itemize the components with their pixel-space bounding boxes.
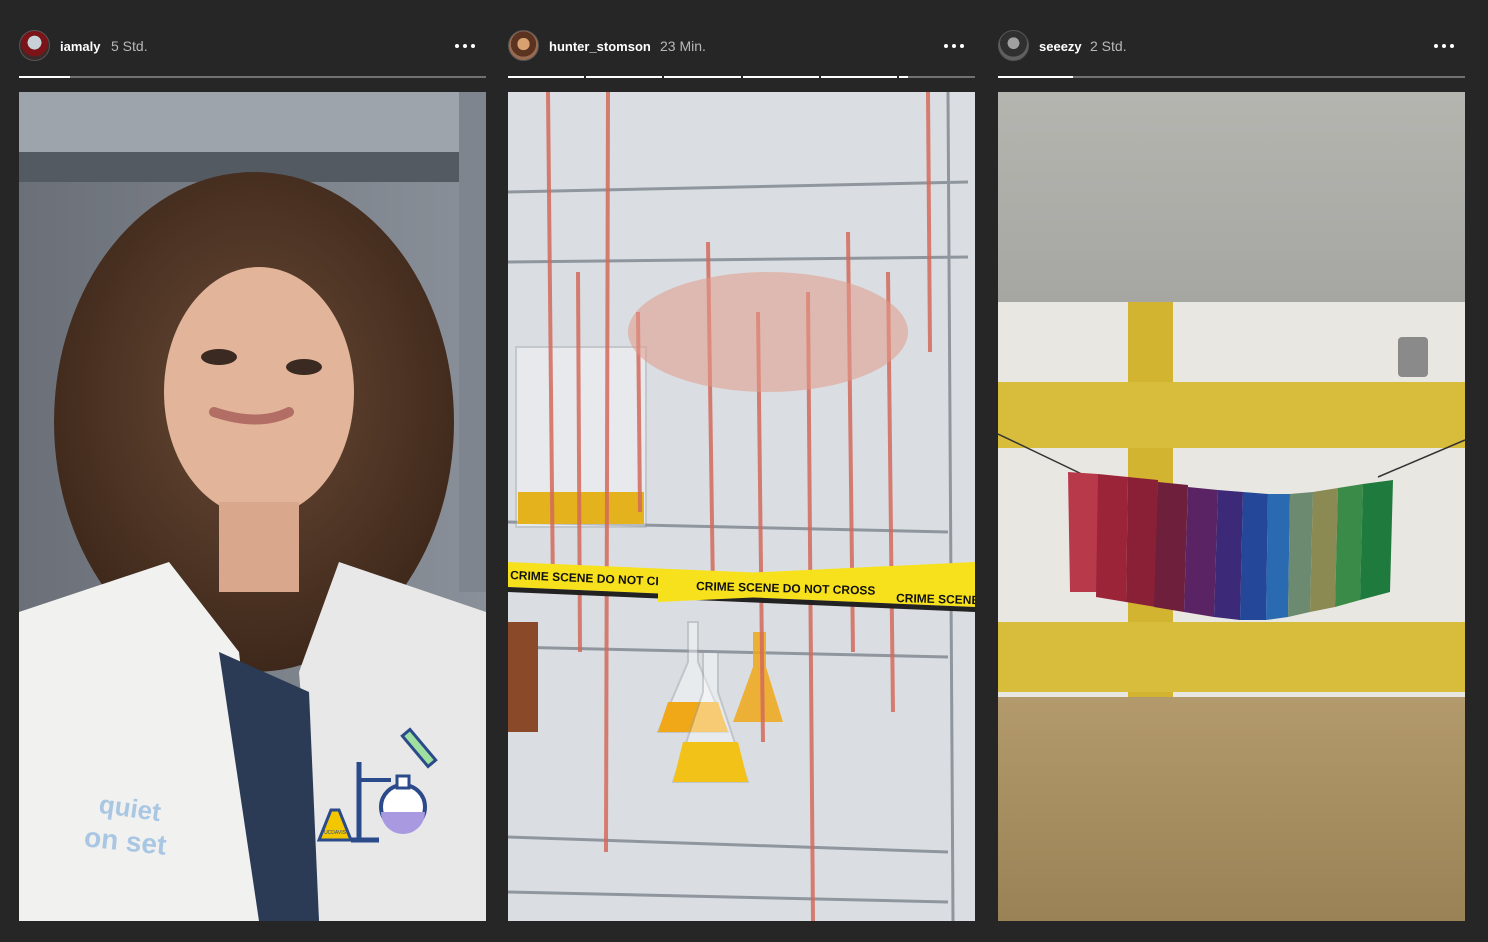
progress-fill [998, 76, 1073, 78]
story-card-seeezy[interactable]: seeezy 2 Std. [998, 0, 1465, 942]
story-username[interactable]: hunter_stomson [549, 39, 651, 54]
progress-fill [508, 76, 585, 78]
more-options-icon[interactable] [943, 36, 965, 56]
story-image-crime-scene-fridge: CRIME SCENE DO NOT CROSS CRIME SCENE DO … [508, 92, 975, 921]
story-card-hunter-stomson[interactable]: hunter_stomson 23 Min. CRIME SCENE DO NO… [508, 0, 976, 942]
story-progress-bar [19, 76, 486, 78]
progress-segment [508, 76, 585, 78]
story-header: iamaly 5 Std. [19, 28, 486, 64]
progress-segment [820, 76, 897, 78]
sticker-label: UCDAVIS [324, 830, 347, 836]
avatar[interactable] [998, 30, 1029, 61]
stories-feed: iamaly 5 Std. quiet on set UCDAVIS hunte… [0, 0, 1488, 942]
progress-segment [898, 76, 976, 78]
more-options-icon[interactable] [1433, 36, 1455, 56]
progress-fill [742, 76, 819, 78]
story-timestamp: 2 Std. [1090, 38, 1127, 54]
avatar[interactable] [508, 30, 539, 61]
more-options-icon[interactable] [454, 36, 476, 56]
progress-segment [664, 76, 741, 78]
story-card-iamaly[interactable]: iamaly 5 Std. quiet on set UCDAVIS [19, 0, 486, 942]
progress-fill [664, 76, 741, 78]
story-username[interactable]: seeezy [1039, 39, 1082, 54]
story-header: hunter_stomson 23 Min. [508, 28, 975, 64]
story-header: seeezy 2 Std. [998, 28, 1465, 64]
story-image-dyed-fabric [998, 92, 1465, 921]
progress-fill [898, 76, 908, 78]
story-media[interactable] [998, 92, 1465, 921]
progress-segment [19, 76, 486, 78]
hanging-fabric-strips [1068, 472, 1393, 620]
story-progress-bar [998, 76, 1465, 78]
progress-fill [586, 76, 663, 78]
story-media[interactable]: CRIME SCENE DO NOT CROSS CRIME SCENE DO … [508, 92, 975, 921]
progress-segment [998, 76, 1465, 78]
story-progress-bar [508, 76, 976, 78]
story-media[interactable]: quiet on set UCDAVIS [19, 92, 486, 921]
avatar[interactable] [19, 30, 50, 61]
progress-segment [742, 76, 819, 78]
progress-fill [820, 76, 897, 78]
tape-text-3: CRIME SCENE [896, 591, 975, 607]
story-image-lab-selfie: quiet on set UCDAVIS [19, 92, 486, 921]
progress-segment [586, 76, 663, 78]
story-timestamp: 23 Min. [660, 38, 706, 54]
progress-fill [19, 76, 71, 78]
story-timestamp: 5 Std. [111, 38, 148, 54]
story-username[interactable]: iamaly [60, 39, 100, 54]
